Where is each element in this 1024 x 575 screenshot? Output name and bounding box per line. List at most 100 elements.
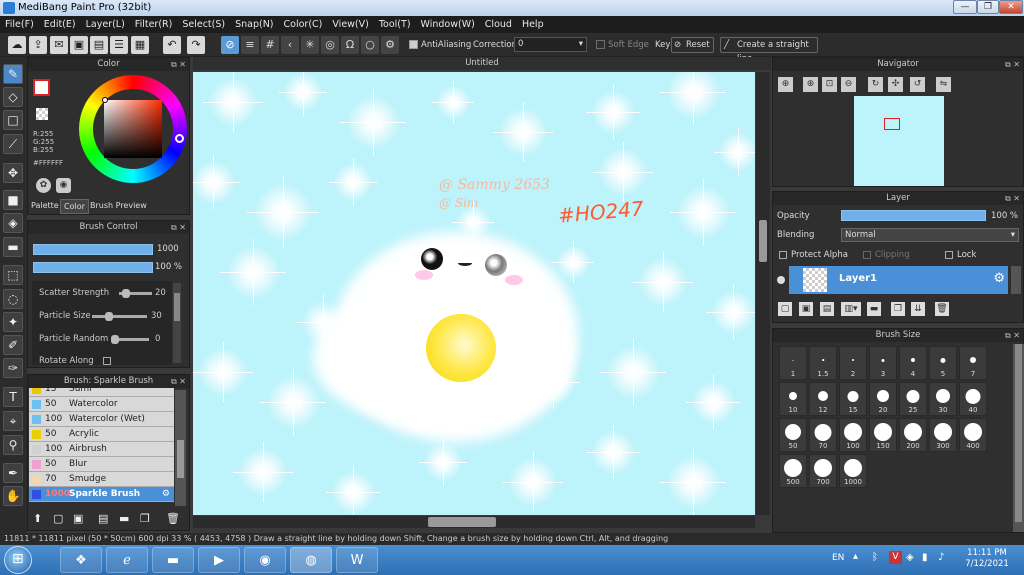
particle-random-knob[interactable] <box>111 335 119 344</box>
tab-brush-preview[interactable]: Brush Preview <box>90 201 147 210</box>
language-indicator[interactable]: EN <box>832 553 844 563</box>
brush-size-option[interactable]: 400 <box>959 418 987 452</box>
brush-size-option[interactable]: 3 <box>869 346 897 380</box>
taskbar-app-green-icon[interactable]: ❖ <box>60 547 102 573</box>
blending-select[interactable]: Normal ▾ <box>841 228 1019 242</box>
canvas-vertical-scrollbar[interactable] <box>756 72 770 515</box>
taskbar-media-player-icon[interactable]: ▶ <box>198 547 240 573</box>
brush-size-option[interactable]: 5 <box>929 346 957 380</box>
parallel-snap-icon[interactable]: ≡ <box>241 36 259 54</box>
delete-layer-icon[interactable]: 🗑 <box>935 302 949 316</box>
navigator-preview[interactable] <box>854 96 944 186</box>
menu-select[interactable]: Select(S) <box>177 16 230 33</box>
color-picker-cursor[interactable] <box>102 97 108 103</box>
tray-expand-icon[interactable]: ▴ <box>853 551 858 562</box>
menu-cloud[interactable]: Cloud <box>480 16 517 33</box>
brush-size-option[interactable]: 1000 <box>839 454 867 488</box>
brush-list-item[interactable]: 100 Airbrush <box>29 442 174 457</box>
layer-settings-gear-icon[interactable]: ⚙ <box>993 271 1005 286</box>
panel-close-icon[interactable]: ⧉ ✕ <box>171 58 186 71</box>
panel-close-icon[interactable]: ⧉ ✕ <box>171 375 186 388</box>
canvas-horizontal-scrollbar[interactable] <box>193 516 755 528</box>
new-halftone-layer-icon[interactable]: ▣ <box>799 302 813 316</box>
duplicate-layer-icon[interactable]: ❐ <box>891 302 905 316</box>
start-button[interactable]: ⊞ <box>4 546 32 574</box>
taskbar-chrome-icon[interactable]: ◉ <box>244 547 286 573</box>
taskbar-medibang-icon[interactable]: ◍ <box>290 547 332 573</box>
layer-folder-icon[interactable]: ▬ <box>867 302 881 316</box>
zoom-out-icon[interactable]: ⊖ <box>841 77 856 92</box>
brush-size-option[interactable]: 500 <box>779 454 807 488</box>
circle-snap-icon[interactable]: ◎ <box>321 36 339 54</box>
maximize-button[interactable]: ❐ <box>977 0 999 14</box>
antialiasing-checkbox[interactable] <box>409 40 418 49</box>
clipping-checkbox[interactable] <box>863 251 871 259</box>
menu-edit[interactable]: Edit(E) <box>39 16 81 33</box>
save-icon[interactable]: ▣ <box>70 36 88 54</box>
new-layer-icon[interactable]: ▢ <box>778 302 792 316</box>
layer-add-menu-icon[interactable]: ▥▾ <box>841 302 861 316</box>
brush-size-option[interactable]: 30 <box>929 382 957 416</box>
brush-edit-icon[interactable]: ▤ <box>98 512 108 525</box>
magic-wand-tool-icon[interactable]: ✦ <box>3 312 23 332</box>
brush-size-option[interactable]: 50 <box>779 418 807 452</box>
tray-app-icon[interactable]: ◈ <box>906 552 914 563</box>
flip-icon[interactable]: ⇋ <box>936 77 951 92</box>
brush-size-option[interactable]: 10 <box>779 382 807 416</box>
vanish-snap-icon[interactable]: ‹ <box>281 36 299 54</box>
rotate-icon[interactable]: ↻ <box>868 77 883 92</box>
lasso-tool-icon[interactable]: ◌ <box>3 289 23 309</box>
brush-size-option[interactable]: 4 <box>899 346 927 380</box>
soft-edge-checkbox[interactable] <box>596 40 605 49</box>
merge-layer-icon[interactable]: ⇊ <box>911 302 925 316</box>
comment-icon[interactable]: ✉ <box>50 36 68 54</box>
brush-add-icon[interactable]: ⬆ <box>33 512 42 525</box>
document-icon[interactable]: ▤ <box>90 36 108 54</box>
taskbar-ie-icon[interactable]: ℯ <box>106 547 148 573</box>
menu-view[interactable]: View(V) <box>327 16 373 33</box>
brush-tool-icon[interactable]: ✎ <box>3 64 23 84</box>
hue-ring[interactable] <box>79 75 187 183</box>
brush-size-option[interactable]: 700 <box>809 454 837 488</box>
brush-size-option[interactable]: 150 <box>869 418 897 452</box>
brush-list-item[interactable]: 100 Watercolor (Wet) <box>29 412 174 427</box>
brush-size-option[interactable]: 1 <box>779 346 807 380</box>
menu-window[interactable]: Window(W) <box>416 16 480 33</box>
brush-new-icon[interactable]: ▢ <box>53 512 63 525</box>
menu-tool[interactable]: Tool(T) <box>374 16 416 33</box>
brush-size-option[interactable]: 200 <box>899 418 927 452</box>
brush-params-scrollbar[interactable] <box>173 283 181 363</box>
shape-tool-icon[interactable]: □ <box>3 110 23 130</box>
menu-file[interactable]: File(F) <box>0 16 39 33</box>
zoom-fit-icon[interactable]: ⊡ <box>822 77 837 92</box>
redo-icon[interactable]: ↷ <box>187 36 205 54</box>
clock[interactable]: 11:11 PM 7/12/2021 <box>962 548 1012 570</box>
rotate-along-checkbox[interactable] <box>103 357 111 365</box>
cross-snap-icon[interactable]: # <box>261 36 279 54</box>
tab-color[interactable]: Color <box>60 199 89 214</box>
select-tool-icon[interactable]: ⬚ <box>3 265 23 285</box>
fit-window-icon[interactable]: ✣ <box>888 77 903 92</box>
brush-opacity-bar[interactable] <box>33 262 153 273</box>
brush-list-item[interactable]: 50 Acrylic <box>29 427 174 442</box>
brush-options-icon[interactable]: ▣ <box>73 512 83 525</box>
minimize-button[interactable]: — <box>953 0 977 14</box>
bucket-tool-icon[interactable]: ◈ <box>3 213 23 233</box>
brush-size-option[interactable]: 12 <box>809 382 837 416</box>
panel-close-icon[interactable]: ⧉ ✕ <box>171 221 186 234</box>
panel-close-icon[interactable]: ⧉ ✕ <box>1005 58 1020 71</box>
saturation-square[interactable] <box>104 100 162 158</box>
zoom-in-icon[interactable]: ⊕ <box>778 77 793 92</box>
menu-snap[interactable]: Snap(N) <box>230 16 278 33</box>
upload-icon[interactable]: ⇪ <box>29 36 47 54</box>
settings-list-icon[interactable]: ☰ <box>110 36 128 54</box>
brush-list-item[interactable]: 50 Watercolor <box>29 397 174 412</box>
curve-snap-icon[interactable]: Ω <box>341 36 359 54</box>
protect-alpha-checkbox[interactable] <box>779 251 787 259</box>
lock-checkbox[interactable] <box>945 251 953 259</box>
brush-list-item[interactable]: 70 Smudge <box>29 472 174 487</box>
radial-snap-icon[interactable]: ✳ <box>301 36 319 54</box>
brush-list-scrollbar[interactable] <box>175 390 186 506</box>
panel-close-icon[interactable]: ⧉ ✕ <box>1005 192 1020 205</box>
menu-layer[interactable]: Layer(L) <box>81 16 130 33</box>
